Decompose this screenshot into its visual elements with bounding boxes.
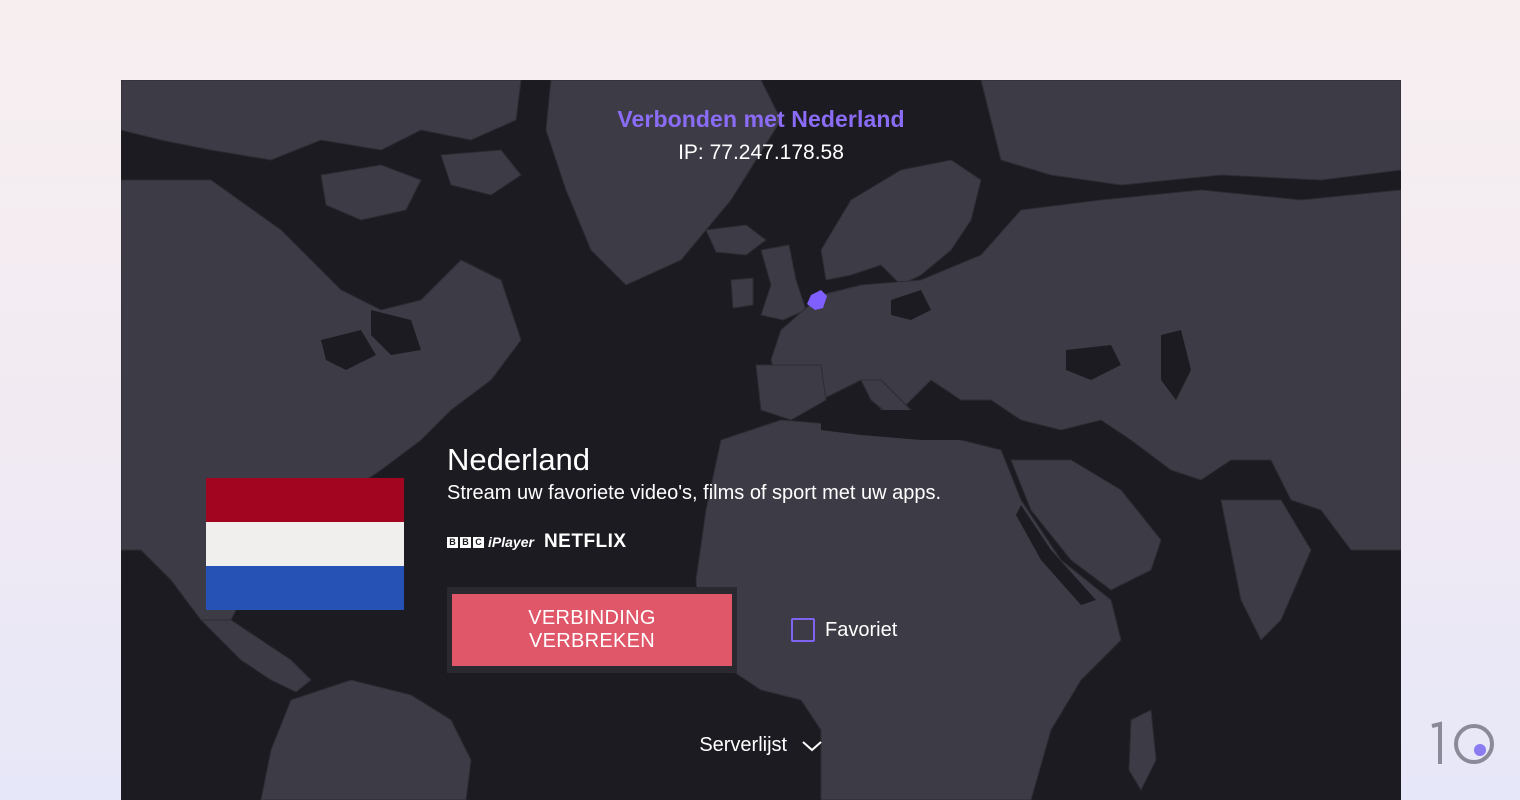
- bbc-letter: B: [447, 536, 458, 548]
- streaming-services: B B C iPlayer NETFLIX: [447, 531, 941, 553]
- server-list-toggle[interactable]: Serverlijst: [121, 734, 1401, 757]
- bbc-letter: B: [460, 536, 471, 548]
- server-list-label: Serverlijst: [699, 734, 788, 757]
- netherlands-flag: [206, 478, 404, 610]
- ip-address: IP: 77.247.178.58: [678, 141, 844, 164]
- favorite-checkbox[interactable]: [791, 618, 815, 642]
- flag-stripe-red: [206, 478, 404, 522]
- vpn-window: Verbonden met Nederland IP: 77.247.178.5…: [121, 80, 1401, 800]
- bbc-iplayer-logo: B B C iPlayer: [447, 534, 534, 550]
- iplayer-label: iPlayer: [488, 534, 534, 550]
- disconnect-button-frame: VERBINDING VERBREKEN: [447, 587, 737, 673]
- country-name: Nederland: [447, 442, 591, 477]
- flag-stripe-white: [206, 522, 404, 566]
- bbc-logo: B B C: [447, 536, 484, 548]
- brand-10-logo-icon: [1431, 721, 1494, 764]
- server-info: Nederland Stream uw favoriete video's, f…: [447, 442, 941, 553]
- server-description: Stream uw favoriete video's, films of sp…: [447, 482, 942, 504]
- bbc-letter: C: [473, 536, 484, 548]
- world-map: [121, 80, 1401, 800]
- connection-status-title: Verbonden met Nederland: [617, 106, 905, 132]
- flag-stripe-blue: [206, 566, 404, 610]
- connection-header: Verbonden met Nederland IP: 77.247.178.5…: [121, 106, 1401, 165]
- favorite-toggle[interactable]: Favoriet: [791, 618, 897, 642]
- action-row: VERBINDING VERBREKEN Favoriet: [447, 587, 897, 673]
- disconnect-button[interactable]: VERBINDING VERBREKEN: [452, 594, 732, 666]
- favorite-label: Favoriet: [825, 618, 898, 641]
- netflix-logo: NETFLIX: [543, 531, 627, 552]
- chevron-down-icon: [802, 740, 822, 752]
